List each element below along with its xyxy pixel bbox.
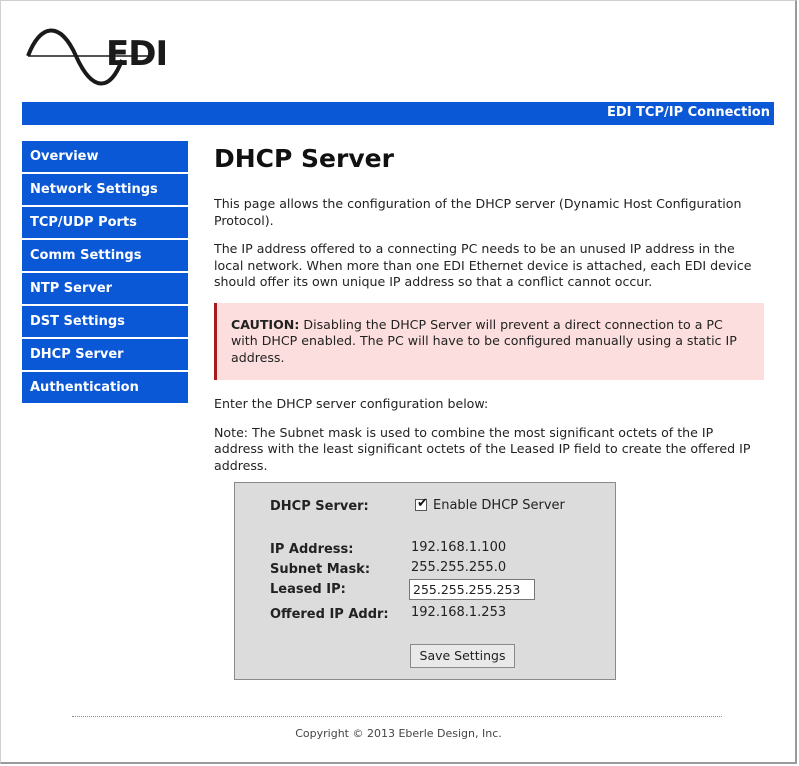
subnet-mask-value: 255.255.255.0 bbox=[411, 560, 507, 575]
subnet-mask-label: Subnet Mask: bbox=[270, 562, 371, 577]
enable-dhcp-label[interactable]: Enable DHCP Server bbox=[433, 498, 565, 513]
note-text: Note: The Subnet mask is used to combine… bbox=[214, 424, 751, 473]
edi-logo: EDI bbox=[26, 16, 168, 96]
copyright-text: Copyright © 2013 Eberle Design, Inc. bbox=[295, 727, 502, 740]
sidebar-nav: Overview Network Settings TCP/UDP Ports … bbox=[22, 141, 188, 405]
banner-title: EDI TCP/IP Connection bbox=[607, 105, 770, 120]
nav-item-tcp-udp-ports[interactable]: TCP/UDP Ports bbox=[22, 207, 188, 238]
header-banner: EDI TCP/IP Connection bbox=[22, 102, 774, 125]
footer-divider bbox=[72, 716, 722, 717]
logo-text: EDI bbox=[106, 34, 168, 74]
nav-item-dhcp-server[interactable]: DHCP Server bbox=[22, 339, 188, 370]
nav-item-dst-settings[interactable]: DST Settings bbox=[22, 306, 188, 337]
leased-ip-input[interactable] bbox=[409, 579, 535, 600]
dhcp-config-form: DHCP Server: ✔ Enable DHCP Server IP Add… bbox=[234, 482, 616, 680]
nav-item-authentication[interactable]: Authentication bbox=[22, 372, 188, 403]
checkmark-icon: ✔ bbox=[417, 496, 428, 511]
main-content: DHCP Server This page allows the configu… bbox=[214, 140, 766, 486]
dhcp-server-label: DHCP Server: bbox=[270, 499, 369, 514]
ip-address-label: IP Address: bbox=[270, 542, 354, 557]
nav-item-network-settings[interactable]: Network Settings bbox=[22, 174, 188, 205]
nav-item-ntp-server[interactable]: NTP Server bbox=[22, 273, 188, 304]
caution-label: CAUTION: bbox=[231, 316, 300, 332]
enable-dhcp-checkbox[interactable]: ✔ bbox=[415, 496, 428, 511]
enter-config-text: Enter the DHCP server configuration belo… bbox=[214, 396, 489, 411]
intro-text: This page allows the configuration of th… bbox=[214, 196, 742, 228]
offered-ip-value: 192.168.1.253 bbox=[411, 605, 507, 620]
caution-text: Disabling the DHCP Server will prevent a… bbox=[231, 316, 737, 365]
ip-address-value: 192.168.1.100 bbox=[411, 540, 507, 555]
nav-item-overview[interactable]: Overview bbox=[22, 141, 188, 172]
page-title: DHCP Server bbox=[214, 144, 394, 173]
caution-box: CAUTION: Disabling the DHCP Server will … bbox=[214, 302, 764, 380]
save-settings-button[interactable]: Save Settings bbox=[410, 644, 515, 668]
ip-offer-text: The IP address offered to a connecting P… bbox=[214, 241, 752, 289]
offered-ip-label: Offered IP Addr: bbox=[270, 607, 389, 622]
nav-item-comm-settings[interactable]: Comm Settings bbox=[22, 240, 188, 271]
leased-ip-label: Leased IP: bbox=[270, 582, 346, 597]
